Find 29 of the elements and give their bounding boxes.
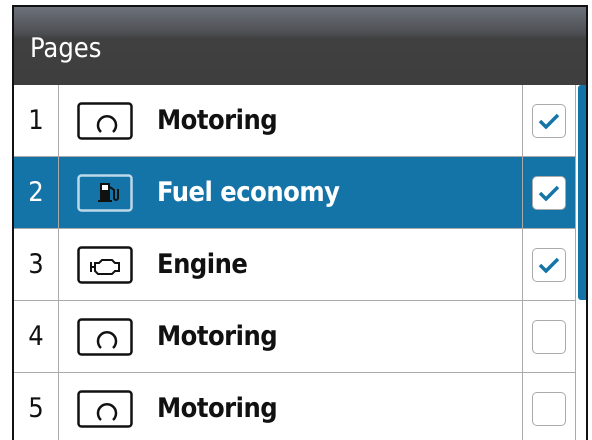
header-title: Pages bbox=[30, 32, 102, 64]
page-row[interactable]: 4 Motoring bbox=[14, 301, 576, 373]
page-number: 4 bbox=[28, 321, 44, 352]
checkbox[interactable] bbox=[532, 176, 566, 210]
check-icon bbox=[538, 256, 560, 272]
page-label: Motoring bbox=[157, 105, 278, 136]
gauge-icon bbox=[77, 390, 133, 428]
checkbox[interactable] bbox=[532, 392, 566, 426]
page-label: Engine bbox=[157, 249, 248, 280]
gauge-icon bbox=[77, 318, 133, 356]
page-label: Motoring bbox=[157, 393, 278, 424]
checkbox[interactable] bbox=[532, 104, 566, 138]
checkbox[interactable] bbox=[532, 248, 566, 282]
page-number: 5 bbox=[28, 393, 44, 424]
checkbox[interactable] bbox=[532, 320, 566, 354]
scrollbar-thumb[interactable] bbox=[578, 85, 586, 300]
page-row[interactable]: 1 Motoring bbox=[14, 85, 576, 157]
page-number: 1 bbox=[28, 105, 44, 136]
check-icon bbox=[538, 184, 560, 200]
page-row[interactable]: 2 Fuel economy bbox=[14, 157, 576, 229]
check-icon bbox=[538, 112, 560, 128]
page-label: Fuel economy bbox=[157, 177, 340, 208]
page-number: 2 bbox=[28, 177, 44, 208]
fuel-icon bbox=[77, 174, 133, 212]
engine-icon bbox=[77, 246, 133, 284]
page-row[interactable]: 3 Engine bbox=[14, 229, 576, 301]
gauge-icon bbox=[77, 102, 133, 140]
page-number: 3 bbox=[28, 249, 44, 280]
page-label: Motoring bbox=[157, 321, 278, 352]
